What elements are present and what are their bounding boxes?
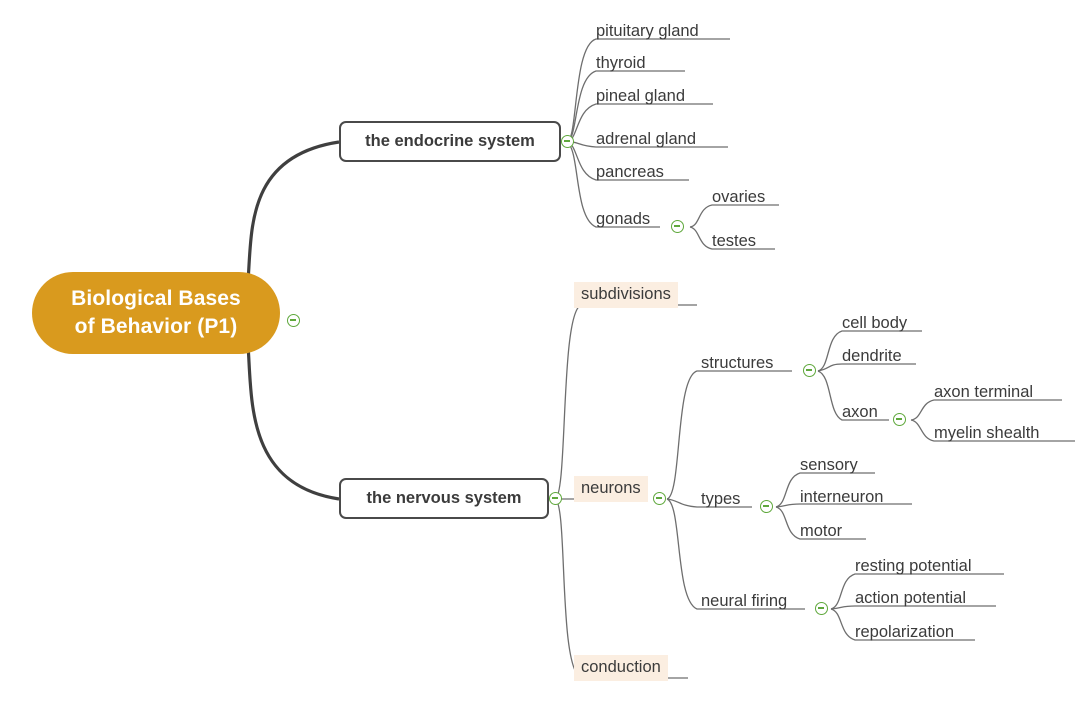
node-subdivisions[interactable]: subdivisions — [574, 282, 678, 308]
branch-node-nervous[interactable]: the nervous system — [339, 478, 549, 519]
node-cell-body[interactable]: cell body — [842, 315, 907, 332]
link-structures-dendrite — [817, 363, 916, 372]
toggle-neural-firing[interactable] — [815, 602, 828, 615]
toggle-nervous[interactable] — [549, 492, 562, 505]
node-resting-potential[interactable]: resting potential — [855, 558, 972, 575]
node-pancreas[interactable]: pancreas — [596, 164, 664, 181]
node-thyroid[interactable]: thyroid — [596, 55, 646, 72]
toggle-structures[interactable] — [803, 364, 816, 377]
node-axon-terminal[interactable]: axon terminal — [934, 384, 1033, 401]
toggle-root[interactable] — [287, 314, 300, 327]
link-nervous-conduction — [554, 498, 688, 679]
branch-label-nervous: the nervous system — [366, 489, 522, 507]
node-neurons[interactable]: neurons — [574, 476, 648, 502]
link-root-to-nervous — [246, 344, 340, 501]
link-axon-terminal — [910, 399, 1062, 421]
node-neural-firing[interactable]: neural firing — [701, 593, 787, 610]
link-root-to-endocrine — [246, 140, 340, 282]
toggle-axon[interactable] — [893, 413, 906, 426]
node-gonads[interactable]: gonads — [596, 211, 650, 228]
node-myelin-shealth[interactable]: myelin shealth — [934, 425, 1039, 442]
node-sensory[interactable]: sensory — [800, 457, 858, 474]
node-repolarization[interactable]: repolarization — [855, 624, 954, 641]
toggle-gonads[interactable] — [671, 220, 684, 233]
branch-node-endocrine[interactable]: the endocrine system — [339, 121, 561, 162]
root-node[interactable]: Biological Bases of Behavior (P1) — [32, 272, 280, 354]
node-types[interactable]: types — [701, 491, 740, 508]
node-testes[interactable]: testes — [712, 233, 756, 250]
node-pituitary-gland[interactable]: pituitary gland — [596, 23, 699, 40]
node-conduction[interactable]: conduction — [574, 655, 668, 681]
node-structures[interactable]: structures — [701, 355, 773, 372]
node-pineal-gland[interactable]: pineal gland — [596, 88, 685, 105]
node-adrenal-gland[interactable]: adrenal gland — [596, 131, 696, 148]
node-action-potential[interactable]: action potential — [855, 590, 966, 607]
node-dendrite[interactable]: dendrite — [842, 348, 902, 365]
node-interneuron[interactable]: interneuron — [800, 489, 883, 506]
link-neurons-structures — [666, 370, 792, 500]
toggle-neurons[interactable] — [653, 492, 666, 505]
node-ovaries[interactable]: ovaries — [712, 189, 765, 206]
mindmap-canvas: Biological Bases of Behavior (P1) the en… — [0, 0, 1080, 707]
branch-label-endocrine: the endocrine system — [365, 132, 535, 150]
link-gonads-ovaries — [689, 204, 779, 228]
toggle-endocrine[interactable] — [561, 135, 574, 148]
root-label: Biological Bases of Behavior (P1) — [71, 287, 241, 338]
node-axon[interactable]: axon — [842, 404, 878, 421]
toggle-types[interactable] — [760, 500, 773, 513]
node-motor[interactable]: motor — [800, 523, 842, 540]
link-nervous-subdivisions — [554, 304, 697, 500]
